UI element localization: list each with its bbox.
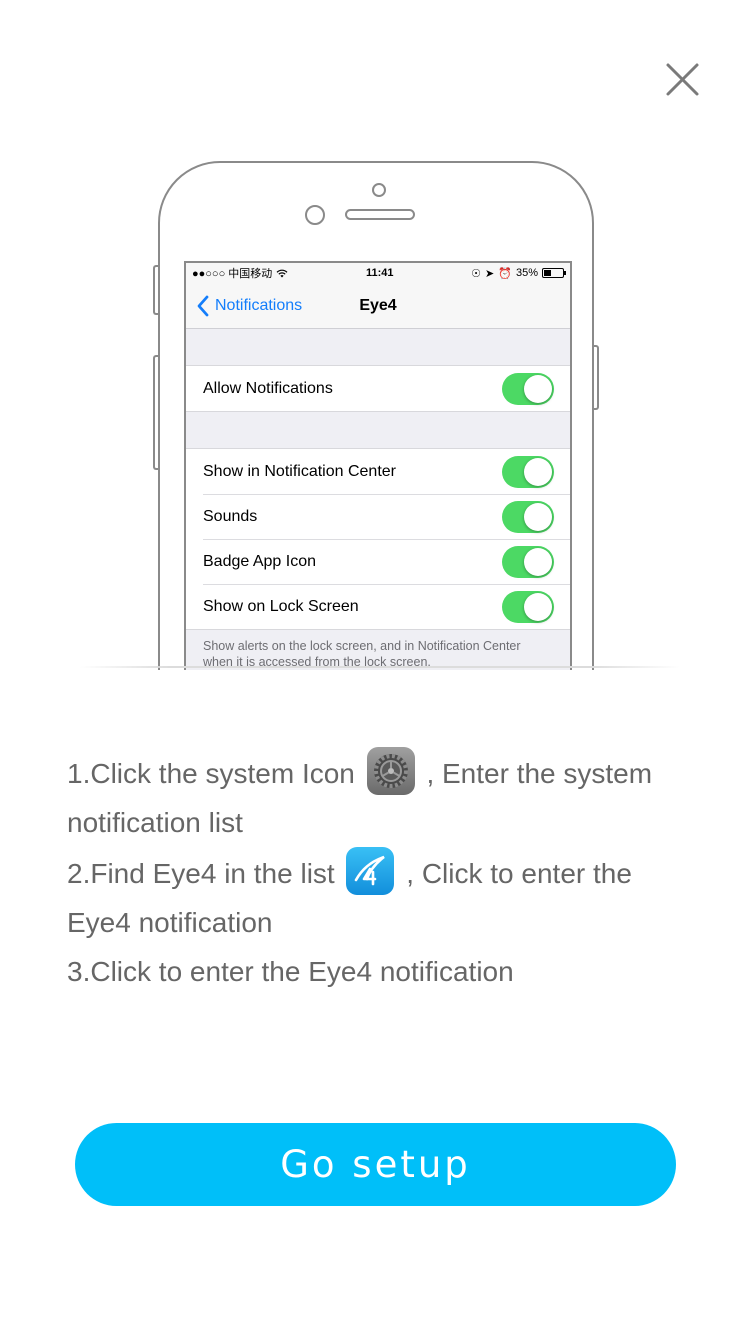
sounds-toggle[interactable]: [502, 500, 554, 533]
close-icon: [666, 63, 699, 96]
list-item: Show on Lock Screen: [186, 584, 570, 629]
list-item: Show in Notification Center: [186, 449, 570, 494]
allow-notifications-row: Allow Notifications: [186, 366, 570, 411]
ios-status-bar: ●●○○○ 中国移动 11:41 ☉ ➤ ⏰ 35%: [186, 263, 570, 283]
notification-center-toggle[interactable]: [502, 455, 554, 488]
phone-power-button: [594, 345, 599, 410]
footer-note: Show alerts on the lock screen, and in N…: [203, 639, 521, 669]
phone-speaker: [345, 209, 415, 220]
list-item: Badge App Icon: [186, 539, 570, 584]
options-group: Show in Notification Center Sounds Badge…: [186, 448, 570, 630]
ios-nav-bar: Notifications Eye4: [186, 283, 570, 329]
phone-screen: ●●○○○ 中国移动 11:41 ☉ ➤ ⏰ 35% Notifications…: [184, 261, 572, 670]
row-label: Allow Notifications: [203, 379, 333, 397]
instruction-step-2: 2.Find Eye4 in the list , Click to enter…: [67, 847, 697, 947]
carrier-label: ●●○○○ 中国移动: [192, 268, 273, 280]
nav-title: Eye4: [359, 297, 397, 314]
settings-icon: [366, 747, 415, 795]
list-item: Sounds: [186, 494, 570, 539]
step-text: 2.Find Eye4 in the list: [67, 858, 335, 889]
lock-screen-toggle[interactable]: [502, 590, 554, 623]
close-button[interactable]: [660, 58, 704, 102]
go-setup-button[interactable]: Go setup: [75, 1123, 676, 1206]
badge-app-icon-toggle[interactable]: [502, 545, 554, 578]
phone-sensor: [305, 205, 325, 225]
divider: [80, 666, 680, 668]
row-label: Badge App Icon: [203, 552, 316, 570]
instruction-step-3: 3.Click to enter the Eye4 notification: [67, 956, 514, 987]
battery-percent: 35%: [515, 267, 538, 279]
phone-illustration: ●●○○○ 中国移动 11:41 ☉ ➤ ⏰ 35% Notifications…: [0, 150, 750, 670]
alarm-icon: ⏰: [498, 267, 512, 280]
instruction-step-1: 1.Click the system Icon , Enter the syst…: [67, 747, 697, 847]
battery-icon: [541, 268, 566, 278]
eye4-app-icon: [346, 847, 395, 895]
row-label: Show on Lock Screen: [203, 597, 359, 615]
instructions: 1.Click the system Icon , Enter the syst…: [67, 747, 697, 996]
wifi-icon: [276, 269, 288, 277]
rotation-lock-icon: ☉: [471, 267, 482, 280]
row-label: Show in Notification Center: [203, 462, 396, 480]
status-time: 11:41: [365, 267, 394, 279]
location-icon: ➤: [485, 267, 495, 280]
phone-camera: [372, 183, 386, 197]
step-text: 1.Click the system Icon: [67, 758, 355, 789]
allow-notifications-toggle[interactable]: [502, 372, 554, 405]
row-label: Sounds: [203, 507, 258, 525]
allow-group: Allow Notifications: [186, 365, 570, 412]
